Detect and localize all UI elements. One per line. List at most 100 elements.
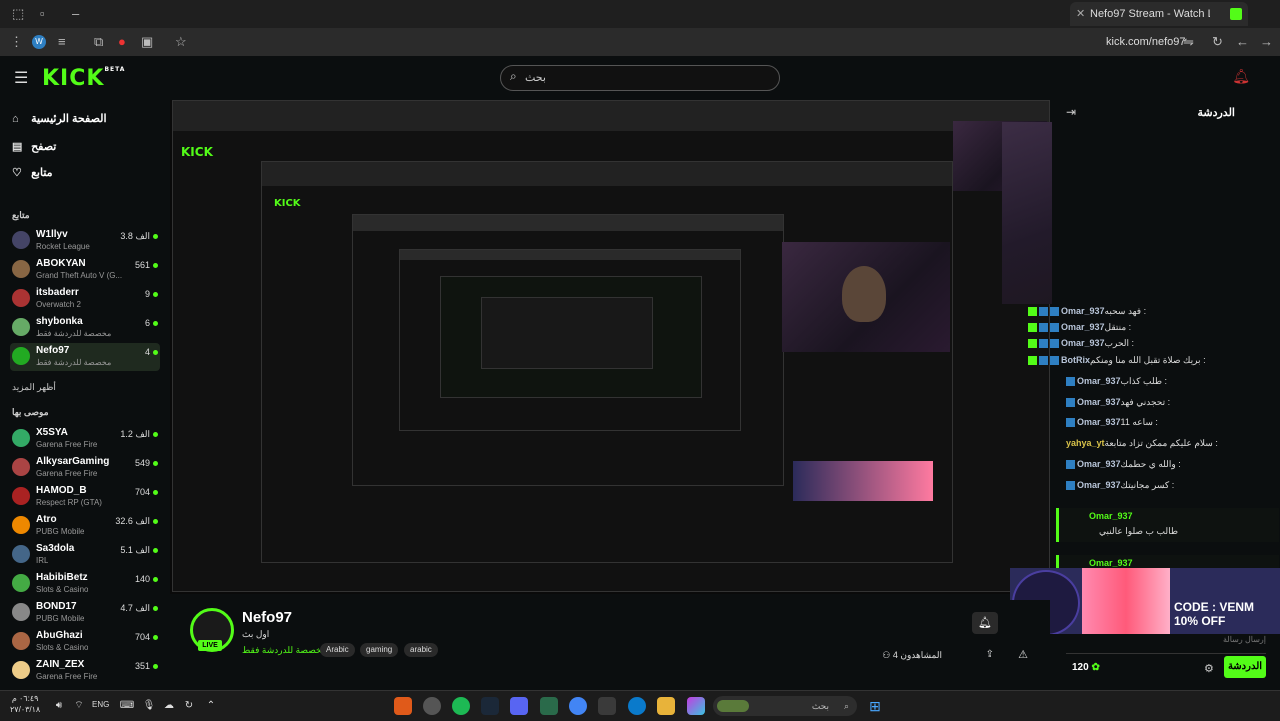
sidebar-channel-zain_zex[interactable]: ZAIN_ZEX Garena Free Fire 351 <box>10 657 160 685</box>
collapse-chat-icon[interactable]: ⇥ <box>1066 105 1076 119</box>
tag-arabic[interactable]: Arabic <box>320 643 355 657</box>
channel-avatar <box>12 458 30 476</box>
forward-icon[interactable]: → <box>1260 28 1273 56</box>
network-icon[interactable]: ⌔ <box>70 697 88 715</box>
reload-icon[interactable]: ↻ <box>1212 28 1223 56</box>
sidebar-channel-sa3dola[interactable]: Sa3dola IRL 5.1 الف <box>10 541 160 569</box>
sidebar-channel-shybonka[interactable]: shybonka مخصصة للدردشة فقط 6 <box>10 314 160 342</box>
sidebar-channel-habibibetz[interactable]: HabibiBetz Slots & Casino 140 <box>10 570 160 598</box>
profile-icon[interactable]: W <box>32 35 46 49</box>
restore-icon[interactable]: ▫ <box>40 0 45 28</box>
keyboard-icon[interactable]: ⌨ <box>118 697 136 715</box>
search-input[interactable]: ⌕ بحث <box>500 65 780 91</box>
discord-icon[interactable] <box>510 697 528 715</box>
app-icon-1[interactable] <box>394 697 412 715</box>
minimize-icon[interactable]: – <box>72 0 79 28</box>
sidebar-channel-alkysargaming[interactable]: AlkysarGaming Garena Free Fire 549 <box>10 454 160 482</box>
chat-username[interactable]: Omar_937 <box>1089 558 1133 568</box>
hamburger-menu-icon[interactable]: ☰ <box>14 68 28 88</box>
kick-badge-icon <box>1028 307 1037 317</box>
screenshot-icon[interactable]: ▣ <box>141 28 153 56</box>
steam-icon[interactable] <box>481 697 499 715</box>
microphone-icon[interactable]: 🎙︎ <box>140 697 158 715</box>
channel-category: Slots & Casino <box>36 585 89 594</box>
chat-username[interactable]: Omar_937 <box>1077 417 1121 427</box>
channel-points[interactable]: 120 ✿ <box>1072 662 1100 673</box>
bookmark-star-icon[interactable]: ☆ <box>175 28 187 56</box>
chat-username[interactable]: Omar_937 <box>1077 480 1121 490</box>
tag-gaming[interactable]: gaming <box>360 643 399 657</box>
channel-category: Overwatch 2 <box>36 300 81 309</box>
spotify-icon[interactable] <box>452 697 470 715</box>
volume-icon[interactable]: 🔊︎ <box>50 697 68 715</box>
notification-bell-button[interactable]: 🔔︎ <box>972 612 998 634</box>
store-icon[interactable] <box>598 697 616 715</box>
sidebar-channel-itsbaderr[interactable]: itsbaderr Overwatch 2 9 <box>10 285 160 313</box>
chat-username[interactable]: Omar_937 <box>1077 459 1121 469</box>
tag-arabic-lower[interactable]: arabic <box>404 643 438 657</box>
taskbar-search-input[interactable]: بحث ⌕ <box>713 696 857 716</box>
more-menu-icon[interactable]: ⋮ <box>10 28 23 56</box>
sidebar-channel-abokyan[interactable]: ABOKYAN Grand Theft Auto V (G... 561 <box>10 256 160 284</box>
chat-input[interactable]: إرسال رسالة <box>1066 635 1266 654</box>
show-more-link[interactable]: أظهر المزيد <box>12 382 56 393</box>
tab-nefo97[interactable]: ✕ Nefo97 Stream - Watch Live on <box>1070 2 1248 26</box>
share-icon[interactable]: ⇪ <box>986 649 994 660</box>
language-indicator[interactable]: ENG <box>92 700 109 709</box>
notification-icon[interactable]: 🔔︎ <box>1232 68 1250 85</box>
system-clock[interactable]: ٠٦:٤٩ م ٢٧/٠٣/١٨ <box>10 693 40 715</box>
file-explorer-icon[interactable] <box>657 697 675 715</box>
nav-following[interactable]: ♡ متابع <box>12 166 53 179</box>
nav-home[interactable]: ⌂ الصفحة الرئيسية <box>12 112 107 125</box>
sub-badge-icon <box>1066 418 1075 428</box>
stream-category[interactable]: مخصصة للدردشة فقط <box>242 645 327 656</box>
cloud-icon[interactable]: ☁ <box>160 697 178 715</box>
sidebar-channel-atro[interactable]: Atro PUBG Mobile 32.6 الف <box>10 512 160 540</box>
edge-icon[interactable] <box>628 697 646 715</box>
chat-settings-icon[interactable]: ⚙ <box>1204 662 1214 675</box>
address-url[interactable]: kick.com/nefo97 <box>1106 28 1185 56</box>
copilot-icon[interactable] <box>687 697 705 715</box>
chat-message: Omar_937ساعه 11 : <box>1066 417 1158 428</box>
playlist-icon[interactable]: ≡ <box>58 28 66 56</box>
points-value: 120 <box>1072 662 1089 673</box>
search-placeholder: بحث <box>525 72 546 84</box>
chat-username[interactable]: BotRix <box>1061 355 1090 365</box>
video-player[interactable]: KICK KICK <box>170 100 1050 594</box>
window-menu-icon[interactable]: ⬚ <box>12 0 24 28</box>
chat-username[interactable]: Omar_937 <box>1061 322 1105 332</box>
reader-icon[interactable]: ⇋ <box>1183 28 1194 56</box>
ad-discount-text: 10% OFF <box>1174 614 1226 628</box>
extensions-icon[interactable]: ⧉ <box>94 28 103 56</box>
nav-browse[interactable]: ▤ تصفح <box>12 140 56 153</box>
chat-username[interactable]: Omar_937 <box>1077 397 1121 407</box>
chat-username[interactable]: Omar_937 <box>1089 511 1133 521</box>
chat-username[interactable]: Omar_937 <box>1061 338 1105 348</box>
sidebar-channel-bond17[interactable]: BOND17 PUBG Mobile 4.7 الف <box>10 599 160 627</box>
app-icon-2[interactable] <box>423 697 441 715</box>
close-tab-icon[interactable]: ✕ <box>1076 2 1085 26</box>
sync-icon[interactable]: ↻ <box>180 697 198 715</box>
tray-expand-icon[interactable]: ⌃ <box>202 697 220 715</box>
kick-logo[interactable]: KICKBETA <box>42 66 125 91</box>
sidebar-channel-hamod_b[interactable]: HAMOD_B Respect RP (GTA) 704 <box>10 483 160 511</box>
report-icon[interactable]: ⚠ <box>1018 648 1028 661</box>
adblock-icon[interactable]: ● <box>118 28 126 56</box>
chat-send-button[interactable]: الدردشة <box>1224 656 1266 678</box>
back-icon[interactable]: ← <box>1236 28 1249 56</box>
sidebar-channel-nefo97[interactable]: Nefo97 مخصصة للدردشة فقط 4 <box>10 343 160 371</box>
sub-badge-icon <box>1066 398 1075 408</box>
sidebar-channel-w1llyv[interactable]: W1llyv Rocket League 3.8 الف <box>10 227 160 255</box>
sidebar-channel-x5sya[interactable]: X5SYA Garena Free Fire 1.2 الف <box>10 425 160 453</box>
chat-username[interactable]: Omar_937 <box>1061 306 1105 316</box>
channel-viewers: 549 <box>135 458 158 468</box>
streamer-name[interactable]: Nefo97 <box>242 609 292 626</box>
sidebar-channel-abughazi[interactable]: AbuGhazi Slots & Casino 704 <box>10 628 160 656</box>
channel-viewers: 704 <box>135 632 158 642</box>
chat-username[interactable]: yahya_yt <box>1066 438 1105 448</box>
chrome-icon[interactable] <box>569 697 587 715</box>
windows-start-icon[interactable]: ⊞ <box>866 697 884 715</box>
chat-username[interactable]: Omar_937 <box>1077 376 1121 386</box>
live-dot-icon <box>153 292 158 297</box>
app-icon-3[interactable] <box>540 697 558 715</box>
